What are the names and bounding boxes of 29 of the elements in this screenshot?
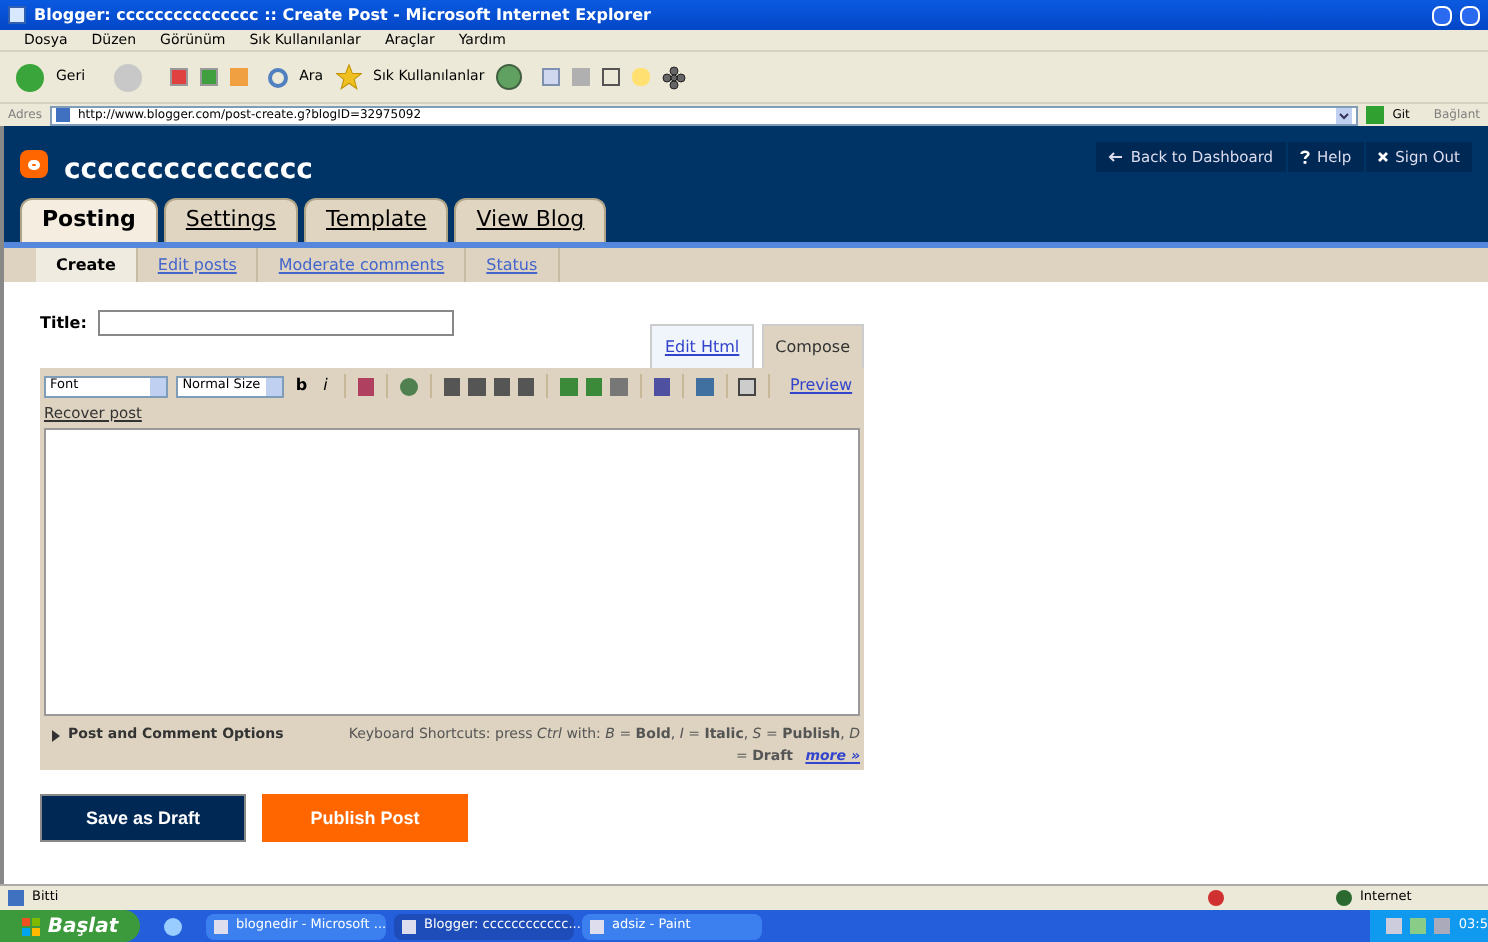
post-body-field[interactable]: [44, 428, 860, 717]
sub-tab[interactable]: Create: [36, 248, 138, 282]
window-title: Blogger: ccccccccccccccc :: Create Post - Microsoft Internet Explorer: [34, 3, 651, 27]
windows-flag-icon: [21, 917, 40, 935]
bold-button[interactable]: b: [291, 374, 312, 398]
editor-tab[interactable]: Compose: [761, 324, 864, 368]
flower-icon[interactable]: [662, 65, 687, 89]
title-input-field[interactable]: [98, 310, 455, 336]
sub-tab[interactable]: Status: [466, 248, 560, 282]
sub-tab[interactable]: Moderate comments: [258, 248, 467, 282]
main-tab[interactable]: Template: [304, 198, 449, 242]
save-draft-button[interactable]: Save as Draft: [40, 794, 246, 843]
editor-tab[interactable]: Edit Html: [650, 324, 754, 368]
expand-triangle-icon[interactable]: [52, 729, 60, 741]
close-icon: [1377, 152, 1388, 163]
title-label: Title:: [40, 312, 87, 336]
main-tab[interactable]: Posting: [20, 198, 158, 242]
left-arrow-icon: [1108, 152, 1123, 163]
italic-button[interactable]: i: [319, 374, 332, 398]
star-icon[interactable]: [335, 64, 362, 90]
sub-tab[interactable]: Edit posts: [137, 248, 259, 282]
help-icon: [1299, 150, 1310, 165]
dropdown-arrow-icon[interactable]: [1336, 107, 1353, 123]
start-button[interactable]: Başlat: [0, 910, 140, 942]
blogger-logo-icon: [20, 150, 48, 178]
main-tab[interactable]: Settings: [163, 198, 299, 242]
main-tab[interactable]: View Blog: [454, 198, 607, 242]
preview-link[interactable]: Preview: [789, 374, 853, 398]
blog-name: ccccccccccccccc: [64, 152, 313, 190]
